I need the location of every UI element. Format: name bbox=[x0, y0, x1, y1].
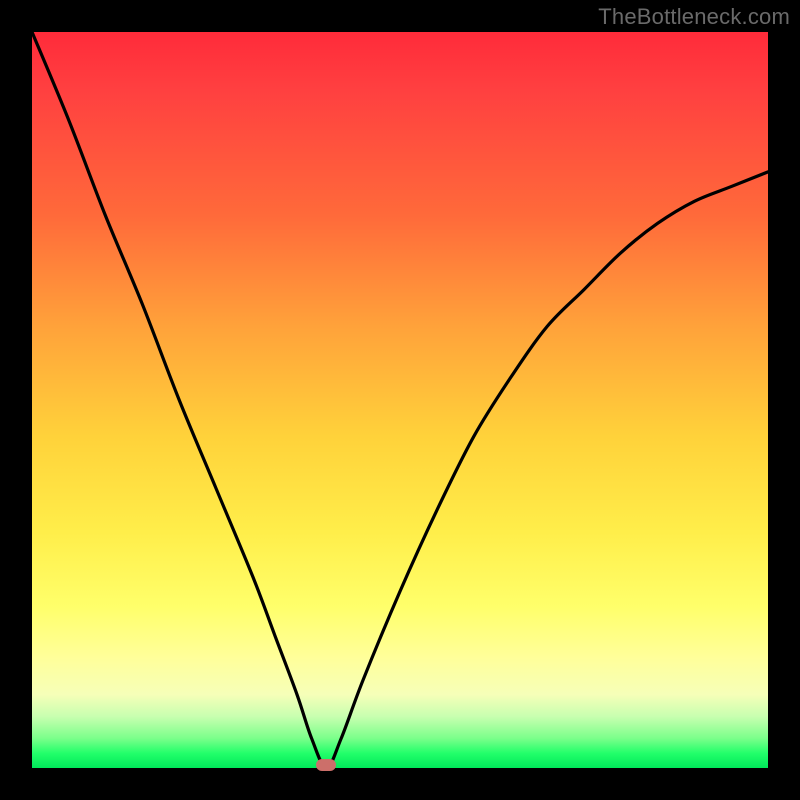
bottleneck-marker bbox=[316, 759, 336, 771]
curve-svg bbox=[32, 32, 768, 768]
plot-area bbox=[32, 32, 768, 768]
chart-frame: TheBottleneck.com bbox=[0, 0, 800, 800]
watermark-text: TheBottleneck.com bbox=[598, 4, 790, 30]
bottleneck-curve-path bbox=[32, 32, 768, 768]
